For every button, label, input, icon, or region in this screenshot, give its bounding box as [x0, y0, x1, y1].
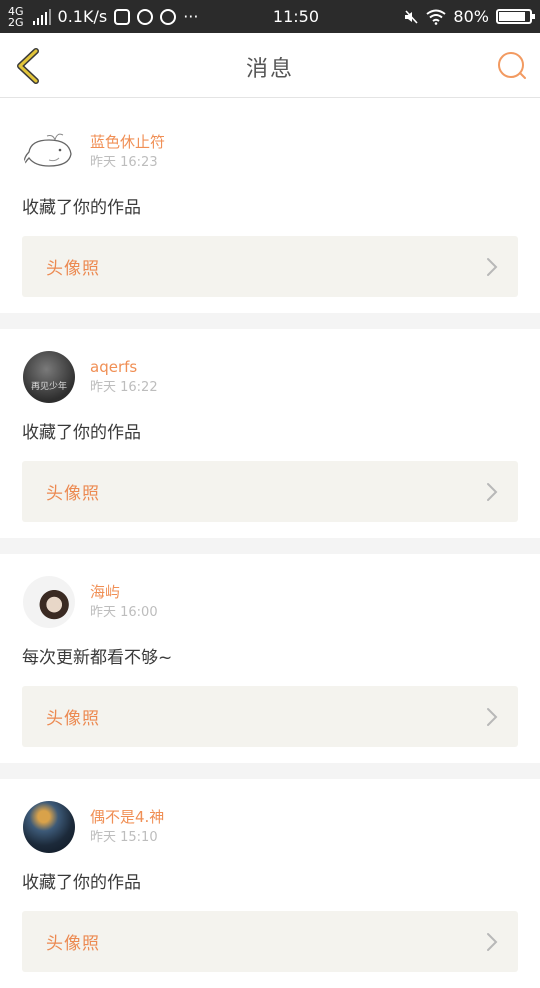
clock: 11:50	[272, 7, 319, 26]
username[interactable]: 蓝色休止符	[90, 132, 165, 152]
nav-bar: 消息	[0, 33, 540, 98]
qq-icon	[137, 8, 154, 25]
network-2g: 2G	[8, 15, 24, 29]
avatar[interactable]	[23, 801, 75, 853]
battery-icon	[495, 9, 535, 24]
chevron-right-icon	[487, 257, 498, 276]
username[interactable]: 偶不是4.神	[90, 807, 164, 827]
work-link[interactable]: 头像照	[22, 911, 518, 972]
wifi-icon	[426, 9, 447, 25]
work-link[interactable]: 头像照	[22, 236, 518, 297]
message-text: 每次更新都看不够~	[22, 648, 173, 668]
work-title: 头像照	[46, 934, 100, 954]
chevron-right-icon	[487, 707, 498, 726]
status-bar: 4G 2G 0.1K/s ··· 11:50 80%	[0, 0, 540, 33]
message-card: 海屿 昨天 16:00 每次更新都看不够~ 头像照	[0, 554, 540, 763]
username[interactable]: aqerfs	[90, 357, 158, 377]
work-title: 头像照	[46, 709, 100, 729]
battery-percent: 80%	[453, 7, 489, 26]
message-text: 收藏了你的作品	[22, 423, 141, 443]
work-link[interactable]: 头像照	[22, 686, 518, 747]
message-card: 再见少年 aqerfs 昨天 16:22 收藏了你的作品 头像照	[0, 329, 540, 538]
timestamp: 昨天 16:00	[90, 605, 158, 620]
network-speed: 0.1K/s	[57, 7, 108, 26]
timestamp: 昨天 16:23	[90, 155, 158, 170]
work-title: 头像照	[46, 484, 100, 504]
network-4g: 4G	[8, 4, 24, 18]
avatar[interactable]: 再见少年	[23, 351, 75, 403]
work-link[interactable]: 头像照	[22, 461, 518, 522]
avatar-caption: 再见少年	[30, 382, 67, 392]
more-notifications-icon: ···	[183, 7, 199, 26]
whale-icon	[23, 133, 72, 167]
signal-icon	[32, 8, 51, 25]
message-text: 收藏了你的作品	[22, 198, 141, 218]
search-icon[interactable]	[496, 50, 528, 82]
message-text: 收藏了你的作品	[22, 873, 141, 893]
chevron-right-icon	[487, 932, 498, 951]
mute-icon	[405, 9, 419, 24]
wechat-icon	[160, 8, 177, 25]
message-card: 偶不是4.神 昨天 15:10 收藏了你的作品 头像照	[0, 779, 540, 988]
timestamp: 昨天 15:10	[90, 830, 158, 845]
page-title: 消息	[245, 57, 294, 82]
avatar[interactable]	[23, 126, 75, 178]
notification-app-icon	[114, 8, 131, 25]
timestamp: 昨天 16:22	[90, 380, 158, 395]
network-type: 4G 2G	[8, 6, 24, 28]
message-card: 蓝色休止符 昨天 16:23 收藏了你的作品 头像照	[0, 98, 540, 313]
chevron-right-icon	[487, 482, 498, 501]
avatar[interactable]	[23, 576, 75, 628]
work-title: 头像照	[46, 259, 100, 279]
username[interactable]: 海屿	[90, 582, 158, 602]
